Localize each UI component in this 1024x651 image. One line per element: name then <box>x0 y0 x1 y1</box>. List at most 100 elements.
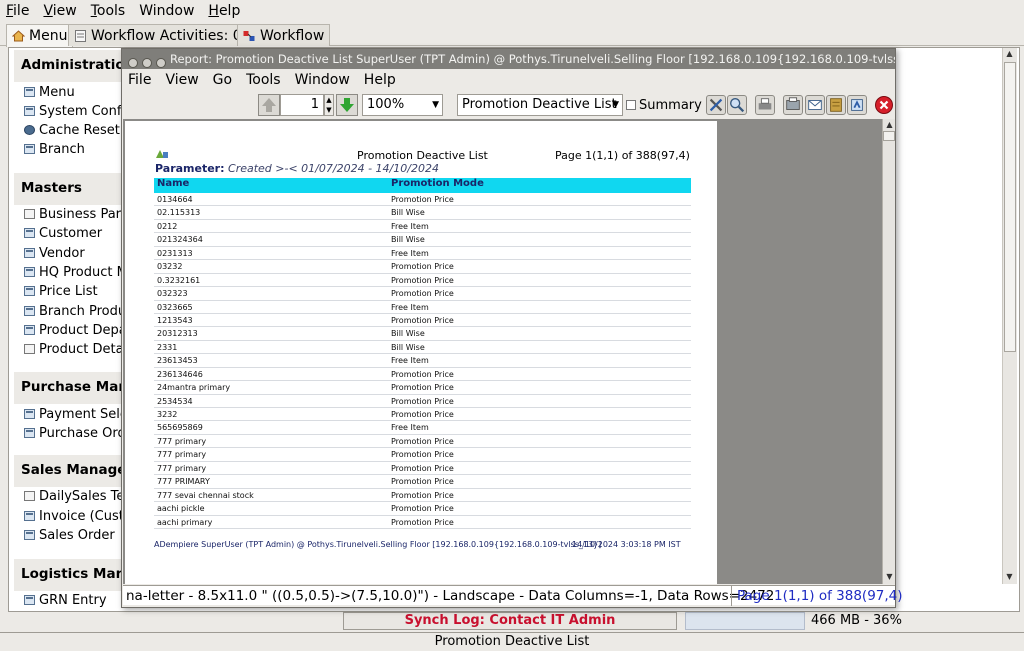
maximize-icon[interactable] <box>156 58 166 68</box>
summary-checkbox[interactable]: Summary <box>626 94 706 116</box>
send-email-icon[interactable] <box>805 95 825 115</box>
report-menu-tools[interactable]: Tools <box>246 72 281 88</box>
scroll-up-icon[interactable]: ▲ <box>1003 48 1016 60</box>
section-title: Logistics Mana <box>21 566 122 582</box>
window-icon <box>24 286 35 296</box>
menu-file[interactable]: File <box>6 3 29 19</box>
report-menu-file[interactable]: File <box>128 72 151 88</box>
table-row: 021324364 Bill Wise <box>154 233 691 247</box>
cell-promotion-mode: Promotion Price <box>391 463 454 473</box>
close-report-icon[interactable] <box>874 95 894 115</box>
menu-item-invoice-customer[interactable]: Invoice (Cust <box>24 507 122 525</box>
report-scrollbar[interactable]: ▲ ▼ <box>882 119 895 584</box>
report-menu-view[interactable]: View <box>165 72 198 88</box>
scroll-down-icon[interactable]: ▼ <box>1003 571 1016 583</box>
table-row: 777 sevai chennai stock Promotion Price <box>154 489 691 503</box>
section-logistics-management[interactable]: Logistics Mana <box>14 559 122 591</box>
table-row: 2534534 Promotion Price <box>154 395 691 408</box>
window-icon <box>24 511 35 521</box>
page-number-input[interactable]: 1 <box>280 94 324 116</box>
cell-promotion-mode: Free Item <box>391 356 429 366</box>
report-menu-go[interactable]: Go <box>213 72 232 88</box>
menu-item-payment-selection[interactable]: Payment Sele <box>24 405 122 423</box>
menu-item-cache-reset[interactable]: Cache Reset <box>24 121 120 139</box>
menu-item-grn-entry[interactable]: GRN Entry <box>24 591 107 608</box>
refresh-icon[interactable] <box>847 95 867 115</box>
cell-promotion-mode: Promotion Price <box>391 275 454 285</box>
menu-item-menu[interactable]: Menu <box>24 83 75 101</box>
synch-log[interactable]: Synch Log: Contact IT Admin <box>343 612 677 630</box>
archive-icon[interactable] <box>826 95 846 115</box>
section-administration[interactable]: Administration <box>14 50 122 82</box>
menu-item-product-department[interactable]: Product Depa <box>24 321 122 339</box>
cell-promotion-mode: Promotion Price <box>391 436 454 446</box>
customize-icon[interactable] <box>706 95 726 115</box>
cell-promotion-mode: Free Item <box>391 302 429 312</box>
menu-item-branch-product[interactable]: Branch Produ <box>24 302 122 320</box>
menu-item-price-list[interactable]: Price List <box>24 282 98 300</box>
tab-workflow[interactable]: Workflow <box>237 24 331 46</box>
menu-item-customer[interactable]: Customer <box>24 224 102 242</box>
cell-promotion-mode: Promotion Price <box>391 504 454 514</box>
print-icon[interactable] <box>755 95 775 115</box>
menu-item-label: GRN Entry <box>39 592 107 608</box>
report-menu-help[interactable]: Help <box>364 72 396 88</box>
section-masters[interactable]: Masters <box>14 173 122 205</box>
report-titlebar[interactable]: Report: Promotion Deactive List SuperUse… <box>122 49 895 69</box>
menu-view-rest: iew <box>52 3 77 19</box>
tab-strip: Menu Workflow Activities: 0 Workflow <box>0 22 1024 47</box>
main-menubar: File View Tools Window Help <box>0 0 1024 22</box>
tab-menu[interactable]: Menu <box>6 24 74 47</box>
checkbox-box[interactable] <box>626 100 636 110</box>
menu-item-hq-product[interactable]: HQ Product M <box>24 263 122 281</box>
menu-item-sales-order[interactable]: Sales Order <box>24 526 115 544</box>
page-setup-info[interactable]: na-letter - 8.5x11.0 " ((0.5,0.5)->(7.5,… <box>126 586 774 606</box>
report-menu-window[interactable]: Window <box>295 72 350 88</box>
menu-help[interactable]: Help <box>208 3 240 19</box>
cell-name: 02.115313 <box>157 208 201 218</box>
menu-item-system-configurator[interactable]: System Conf <box>24 102 121 120</box>
menu-tools-rest: ools <box>96 3 126 19</box>
menu-panel-scrollbar[interactable]: ▲ ▼ <box>1002 48 1017 584</box>
section-sales-management[interactable]: Sales Manager <box>14 455 122 487</box>
cell-promotion-mode: Promotion Price <box>391 315 454 325</box>
page-up-icon[interactable] <box>258 94 280 116</box>
menu-item-vendor[interactable]: Vendor <box>24 244 85 262</box>
menu-item-product-details[interactable]: Product Deta <box>24 340 122 358</box>
minimize-icon[interactable] <box>142 58 152 68</box>
menu-item-purchase-order[interactable]: Purchase Ord <box>24 424 122 442</box>
table-row: 20312313 Bill Wise <box>154 327 691 341</box>
tab-workflow-activities[interactable]: Workflow Activities: 0 <box>68 24 248 46</box>
table-row: aachi primary Promotion Price <box>154 516 691 529</box>
menu-tools[interactable]: Tools <box>91 3 126 19</box>
scrollbar-thumb[interactable] <box>1004 62 1016 352</box>
menu-item-branch[interactable]: Branch <box>24 140 85 158</box>
menu-item-business-partner[interactable]: Business Part <box>24 205 122 223</box>
menu-file-rest: ile <box>13 3 30 19</box>
scroll-down-icon[interactable]: ▼ <box>883 571 896 583</box>
report-title: Promotion Deactive List <box>357 149 488 162</box>
page-spinner[interactable]: ▲ ▼ <box>324 94 334 116</box>
section-purchase-management[interactable]: Purchase Mana <box>14 372 122 404</box>
scroll-up-icon[interactable]: ▲ <box>883 119 896 131</box>
menu-view[interactable]: View <box>43 3 76 19</box>
window-icon <box>24 106 35 116</box>
report-select[interactable]: Promotion Deactive List ▼ <box>457 94 623 116</box>
export-icon[interactable] <box>783 95 803 115</box>
cell-name: 03232 <box>157 262 183 272</box>
zoom-select[interactable]: 100% ▼ <box>362 94 443 116</box>
parameter-label: Parameter: <box>155 162 225 175</box>
cell-name: 23613453 <box>157 356 198 366</box>
search-icon[interactable] <box>727 95 747 115</box>
window-icon <box>24 306 35 316</box>
menu-window[interactable]: Window <box>139 3 194 19</box>
report-parameter: Parameter: Created >-< 01/07/2024 - 14/1… <box>155 162 439 175</box>
cell-name: 0212 <box>157 221 178 231</box>
cell-name: 0.3232161 <box>157 275 201 285</box>
menu-item-dailysales[interactable]: DailySales Te <box>24 487 122 505</box>
scrollbar-thumb[interactable] <box>883 131 895 141</box>
cell-name: 20312313 <box>157 329 198 339</box>
close-icon[interactable] <box>128 58 138 68</box>
menu-tree: Administration Menu System Conf Cache Re… <box>14 50 122 608</box>
page-down-icon[interactable] <box>336 94 358 116</box>
